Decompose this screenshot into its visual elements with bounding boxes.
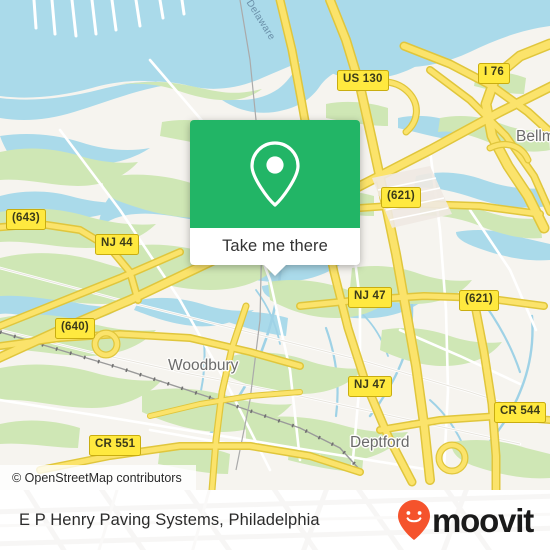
moovit-logo[interactable]: moovit bbox=[396, 499, 534, 541]
map-pin-icon bbox=[250, 141, 300, 207]
popup-tail bbox=[264, 265, 286, 276]
footer-bar: E P Henry Paving Systems, Philadelphia m… bbox=[0, 490, 550, 550]
place-title: E P Henry Paving Systems, Philadelphia bbox=[19, 510, 320, 529]
location-popup-card[interactable]: Take me there bbox=[190, 120, 360, 276]
popup-action-panel[interactable]: Take me there bbox=[190, 228, 360, 276]
osm-attribution[interactable]: © OpenStreetMap contributors bbox=[0, 465, 196, 490]
moovit-pin-smiley-icon bbox=[398, 500, 431, 540]
take-me-there-label: Take me there bbox=[222, 237, 328, 255]
moovit-wordmark: moovit bbox=[432, 501, 534, 539]
map-canvas[interactable]: Woodbury Deptford Bellm Delaware (643) N… bbox=[0, 0, 550, 490]
map-screenshot: Woodbury Deptford Bellm Delaware (643) N… bbox=[0, 0, 550, 550]
popup-marker-panel bbox=[190, 120, 360, 228]
